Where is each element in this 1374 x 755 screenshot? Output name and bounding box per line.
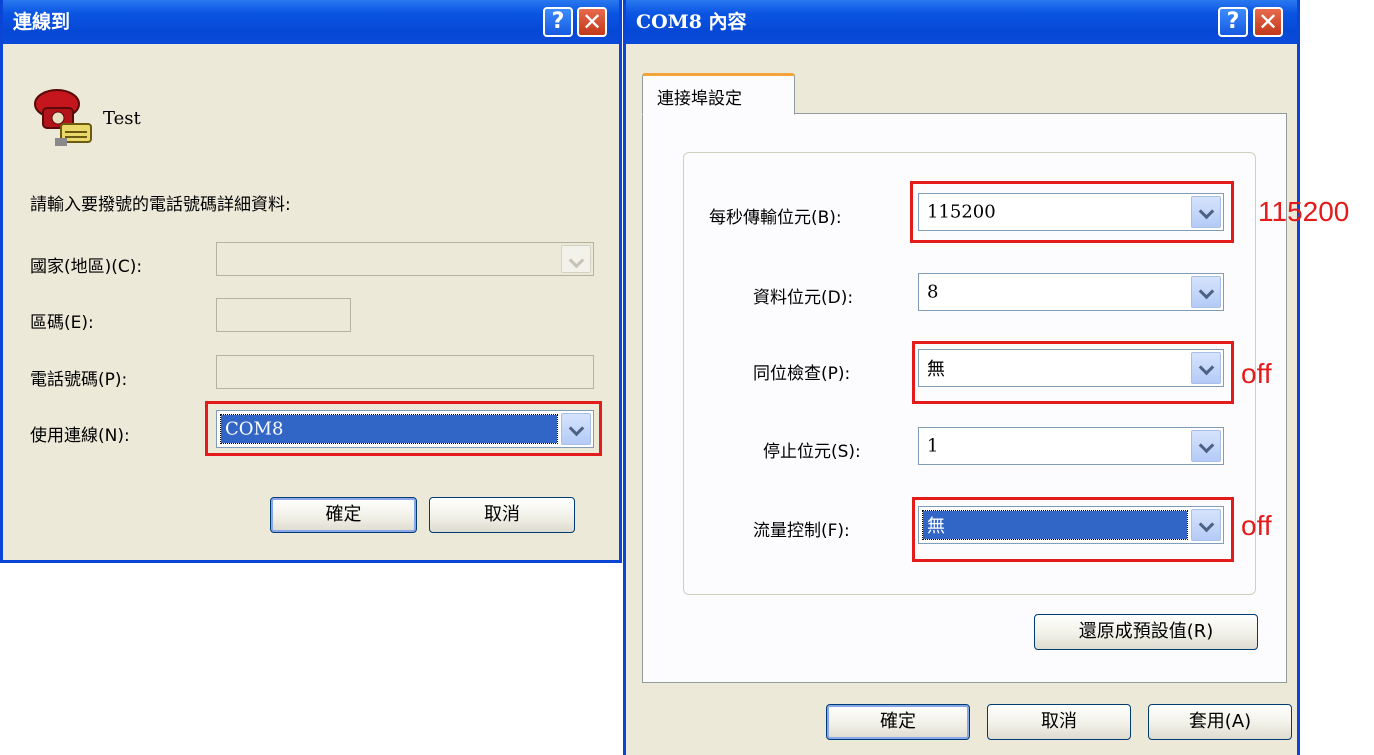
- cancel-button[interactable]: 取消: [987, 704, 1131, 740]
- area-code-label: 區碼(E):: [30, 313, 94, 333]
- connect-using-value: COM8: [225, 418, 284, 440]
- props-dialog-titlebar[interactable]: COM8 內容: [626, 0, 1297, 44]
- data-bits-select[interactable]: 8: [918, 273, 1224, 311]
- chevron-down-icon[interactable]: [1191, 509, 1221, 541]
- flow-control-value: 無: [927, 516, 945, 537]
- ok-button[interactable]: 確定: [826, 704, 970, 740]
- baud-label: 每秒傳輸位元(B):: [709, 208, 842, 228]
- chevron-down-icon[interactable]: [1191, 430, 1221, 462]
- close-button[interactable]: ✕: [1253, 7, 1283, 37]
- connect-dialog-titlebar[interactable]: 連線到: [3, 0, 619, 44]
- connect-dialog-title: 連線到: [13, 11, 71, 33]
- data-bits-label: 資料位元(D):: [753, 288, 854, 308]
- flow-control-select[interactable]: 無: [918, 506, 1224, 544]
- stop-bits-select[interactable]: 1: [918, 427, 1224, 465]
- country-select[interactable]: [216, 242, 594, 276]
- tab-label: 連接埠設定: [657, 89, 742, 109]
- connect-using-select[interactable]: COM8: [216, 410, 594, 448]
- restore-defaults-button[interactable]: 還原成預設值(R): [1034, 614, 1258, 650]
- tab-port-settings[interactable]: 連接埠設定: [642, 73, 795, 115]
- parity-note: off: [1241, 358, 1272, 389]
- connect-to-dialog: 連線到 ? ✕ Test 請輸入要撥號的電話號碼詳細資料: 國家(地區)(C):…: [0, 0, 622, 563]
- connect-using-label: 使用連線(N):: [30, 426, 130, 446]
- flow-control-selection: 無: [922, 510, 1188, 540]
- baud-note: 115200: [1258, 196, 1350, 227]
- flow-note: off: [1241, 510, 1272, 541]
- stop-bits-value: 1: [927, 435, 939, 457]
- chevron-down-icon[interactable]: [1191, 196, 1221, 228]
- prompt-text: 請輸入要撥號的電話號碼詳細資料:: [30, 195, 291, 215]
- data-bits-value: 8: [927, 281, 939, 303]
- chevron-down-icon[interactable]: [1191, 352, 1221, 384]
- connection-name: Test: [103, 108, 141, 129]
- area-code-field[interactable]: [216, 298, 351, 332]
- chevron-down-icon[interactable]: [561, 245, 591, 273]
- baud-select[interactable]: 115200: [918, 193, 1224, 231]
- com-properties-dialog: COM8 內容 ? ✕ 連接埠設定 每秒傳輸位元(B): 115200 資料位元…: [623, 0, 1300, 755]
- chevron-down-icon[interactable]: [561, 413, 591, 445]
- cancel-button[interactable]: 取消: [429, 497, 575, 533]
- connect-using-selection: COM8: [220, 414, 558, 444]
- close-button[interactable]: ✕: [577, 7, 607, 37]
- chevron-down-icon[interactable]: [1191, 276, 1221, 308]
- parity-value: 無: [927, 359, 945, 380]
- phone-icon: [33, 78, 95, 148]
- parity-select[interactable]: 無: [918, 349, 1224, 387]
- phone-number-field[interactable]: [216, 355, 594, 389]
- country-label: 國家(地區)(C):: [30, 257, 143, 277]
- parity-label: 同位檢查(P):: [753, 364, 851, 384]
- apply-button[interactable]: 套用(A): [1148, 704, 1292, 740]
- help-button[interactable]: ?: [543, 7, 573, 37]
- props-dialog-title: COM8 內容: [636, 11, 747, 33]
- phone-label: 電話號碼(P):: [30, 370, 128, 390]
- help-button[interactable]: ?: [1218, 7, 1248, 37]
- ok-button[interactable]: 確定: [270, 497, 417, 533]
- baud-value: 115200: [927, 201, 996, 223]
- stop-bits-label: 停止位元(S):: [763, 442, 861, 462]
- flow-control-label: 流量控制(F):: [753, 521, 850, 541]
